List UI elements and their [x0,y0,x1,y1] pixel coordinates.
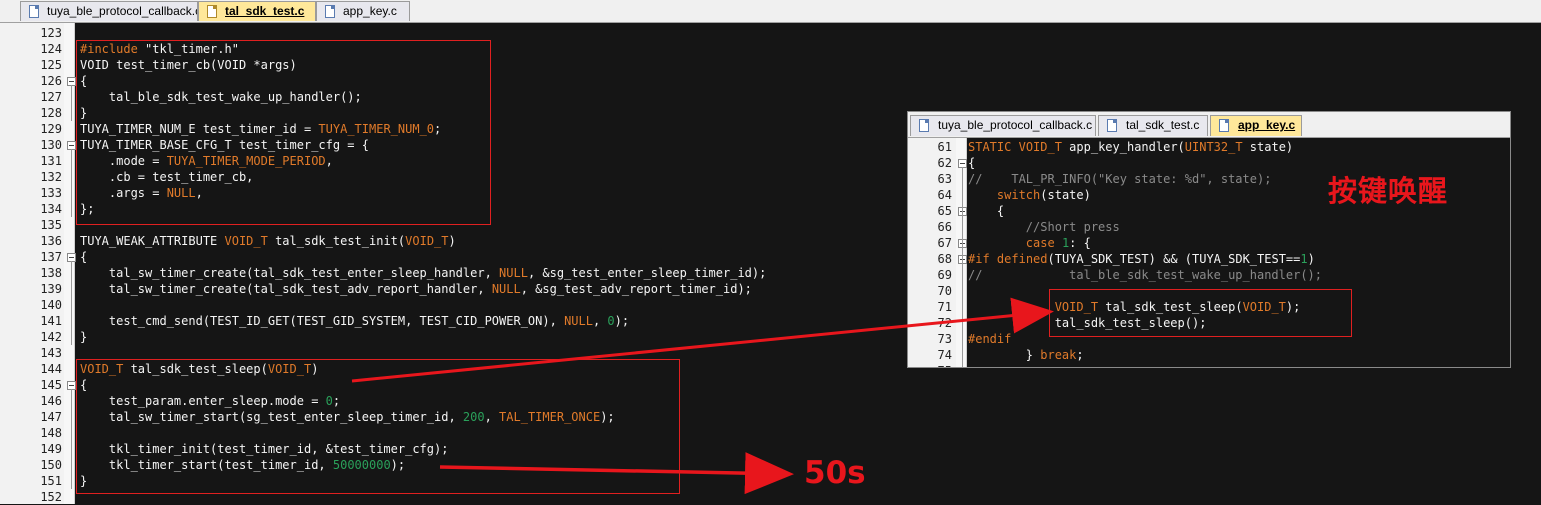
annotation-arrows [351,297,1054,495]
arrow-to-timer-start [439,452,794,495]
arrow-to-sleep-function [351,297,1054,383]
